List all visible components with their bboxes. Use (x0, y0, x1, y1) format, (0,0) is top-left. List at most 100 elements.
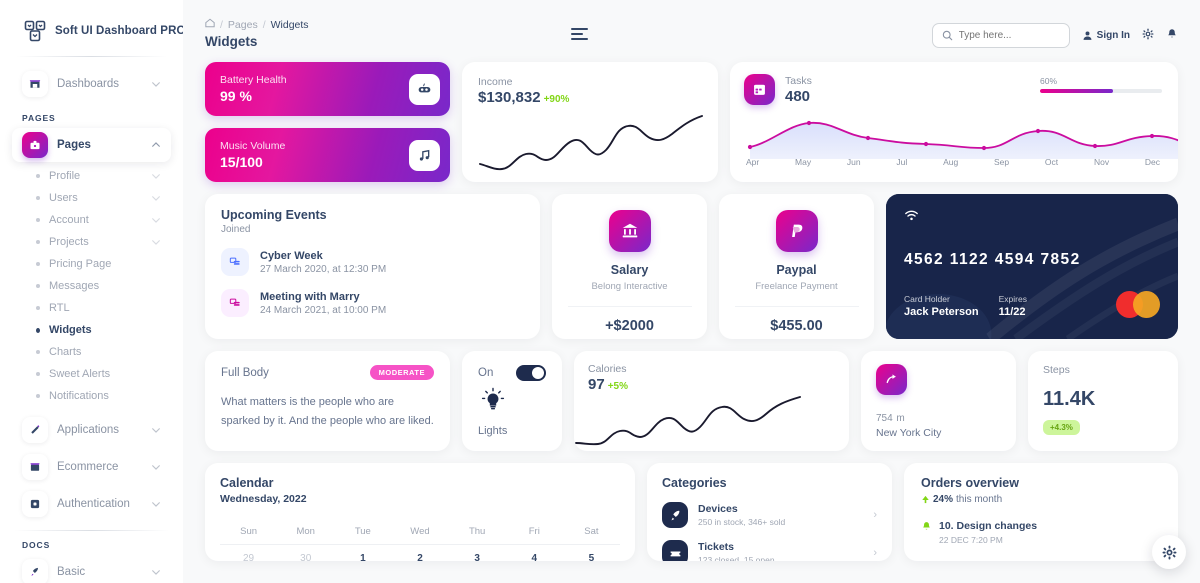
calories-value: 97 (588, 376, 605, 393)
settings-fab-button[interactable] (1152, 535, 1186, 569)
paypal-title: Paypal (776, 263, 817, 277)
calendar-day-cell[interactable]: 2 (391, 545, 448, 561)
lights-card[interactable]: On Lights (462, 351, 562, 451)
gear-icon[interactable] (1142, 27, 1154, 45)
calories-card[interactable]: Calories 97 +5% (574, 351, 849, 451)
chevron-up-icon (152, 142, 160, 147)
brand[interactable]: Soft UI Dashboard PRO (0, 0, 183, 56)
calendar-card[interactable]: Calendar Wednesday, 2022 Sun Mon Tue Wed… (205, 463, 635, 561)
tasks-card[interactable]: Tasks 480 60% Apr May Jun Jul Aug Sep Oc… (730, 62, 1178, 182)
axis-tick: Jun (846, 157, 861, 167)
sidebar-item-basic[interactable]: Basic (12, 555, 171, 583)
share-icon (876, 364, 907, 395)
order-text: 10. Design changes 22 DEC 7:20 PM (939, 520, 1037, 545)
battery-health-text: Battery Health 99 % (220, 74, 287, 104)
calendar-dow: Mon (296, 526, 315, 537)
sidebar-item-sweet-alerts[interactable]: Sweet Alerts (12, 363, 171, 385)
salary-card[interactable]: Salary Belong Interactive +$2000 (552, 194, 707, 339)
sidebar-nav: Dashboards PAGES Pages Profile Users Acc… (0, 57, 183, 583)
divider (734, 306, 859, 307)
location-card[interactable]: 754 m New York City (861, 351, 1016, 451)
event-item[interactable]: Cyber Week 27 March 2020, at 12:30 PM (221, 248, 524, 276)
calendar-dow: Wed (410, 526, 430, 537)
sidebar-item-pages[interactable]: Pages (12, 128, 171, 162)
tasks-text: Tasks 480 (785, 75, 812, 105)
order-meta: 22 DEC 7:20 PM (939, 535, 1003, 545)
sidebar-item-applications[interactable]: Applications (12, 413, 171, 447)
upcoming-events-card[interactable]: Upcoming Events Joined Cyber Week 27 Mar… (205, 194, 540, 339)
card-holder-label: Card Holder (904, 294, 950, 304)
lights-toggle[interactable] (516, 365, 546, 381)
sidebar-item-charts[interactable]: Charts (12, 341, 171, 363)
divider (567, 306, 692, 307)
bullet-icon (36, 218, 40, 222)
orders-overview-card[interactable]: Orders overview 24% this month 10. Desig… (904, 463, 1178, 561)
sidebar-item-profile[interactable]: Profile (12, 165, 171, 187)
chevron-down-icon (152, 196, 160, 201)
calendar-day-cell[interactable]: 5 (563, 545, 620, 561)
order-item[interactable]: 10. Design changes 22 DEC 7:20 PM (921, 520, 1161, 545)
rocket-icon (22, 559, 48, 583)
sidebar-item-label: Users (49, 192, 78, 204)
battery-health-card[interactable]: Battery Health 99 % (205, 62, 450, 116)
sidebar-item-authentication[interactable]: Authentication (12, 487, 171, 521)
calendar-day-cell[interactable]: 4 (506, 545, 563, 561)
location-city: New York City (876, 427, 942, 439)
sidebar-item-label: RTL (49, 302, 70, 314)
music-volume-title: Music Volume (220, 140, 286, 152)
chevron-right-icon[interactable]: › (873, 509, 877, 521)
category-subtitle: 123 closed, 15 open (698, 555, 775, 561)
breadcrumb-item-pages[interactable]: Pages (228, 19, 258, 31)
sidebar-item-notifications[interactable]: Notifications (12, 385, 171, 407)
chevron-right-icon[interactable]: › (873, 547, 877, 559)
breadcrumb-separator: / (220, 18, 223, 31)
event-date: 27 March 2020, at 12:30 PM (260, 263, 387, 275)
sidebar-item-widgets[interactable]: Widgets (12, 319, 171, 341)
calendar-day: Wednesday, 2022 (220, 493, 307, 505)
sidebar-subnav: Profile Users Account Projects Pricing P… (12, 165, 171, 407)
paypal-amount: $455.00 (770, 318, 823, 334)
sign-in-button[interactable]: Sign In (1082, 30, 1130, 41)
steps-card[interactable]: Steps 11.4K +4.3% (1028, 351, 1178, 451)
breadcrumb-item-widgets[interactable]: Widgets (271, 19, 309, 31)
calendar-day-cell[interactable]: 30 (277, 545, 334, 561)
sidebar-item-account[interactable]: Account (12, 209, 171, 231)
category-item[interactable]: Tickets 123 closed, 15 open › (662, 540, 877, 561)
mastercard-icon (1116, 291, 1160, 318)
music-volume-card[interactable]: Music Volume 15/100 (205, 128, 450, 182)
axis-tick: Sep (994, 157, 1010, 167)
calendar-day-cell[interactable]: 3 (449, 545, 506, 561)
full-body-card[interactable]: Full Body MODERATE What matters is the p… (205, 351, 450, 451)
chevron-down-icon (152, 218, 160, 223)
income-card[interactable]: Income $130,832 +90% (462, 62, 718, 182)
location-number: 754 (876, 413, 893, 424)
sidebar-item-ecommerce[interactable]: Ecommerce (12, 450, 171, 484)
search-box[interactable] (931, 23, 1070, 48)
home-icon[interactable] (205, 18, 215, 31)
sidebar-item-dashboards[interactable]: Dashboards (12, 67, 171, 101)
event-item[interactable]: Meeting with Marry 24 March 2021, at 10:… (221, 289, 524, 317)
credit-card-widget[interactable]: 4562 1122 4594 7852 Card Holder Jack Pet… (886, 194, 1178, 339)
paypal-card[interactable]: Paypal Freelance Payment $455.00 (719, 194, 874, 339)
categories-card[interactable]: Categories Devices 250 in stock, 346+ so… (647, 463, 892, 561)
sidebar-item-rtl[interactable]: RTL (12, 297, 171, 319)
sidebar-item-messages[interactable]: Messages (12, 275, 171, 297)
category-item[interactable]: Devices 250 in stock, 346+ sold › (662, 502, 877, 528)
search-input[interactable] (958, 30, 1060, 41)
burger-icon[interactable] (570, 28, 588, 43)
topbar-actions: Sign In (931, 23, 1178, 48)
wifi-icon (904, 209, 919, 226)
sidebar-item-label: Dashboards (57, 78, 120, 90)
calendar-day-cell[interactable]: 1 (334, 545, 391, 561)
sidebar-item-label: Sweet Alerts (49, 368, 111, 380)
axis-tick: Aug (943, 157, 959, 167)
sidebar-item-pricing-page[interactable]: Pricing Page (12, 253, 171, 275)
bell-icon[interactable] (1166, 27, 1178, 45)
gradient-cards-column: Battery Health 99 % Music Volume 15/100 (205, 62, 450, 182)
sidebar-item-users[interactable]: Users (12, 187, 171, 209)
calendar-day-cell[interactable]: 29 (220, 545, 277, 561)
bullet-icon (36, 394, 40, 398)
calories-label: Calories (588, 363, 627, 375)
sidebar-item-projects[interactable]: Projects (12, 231, 171, 253)
full-body-text: What matters is the people who are spark… (221, 396, 434, 427)
